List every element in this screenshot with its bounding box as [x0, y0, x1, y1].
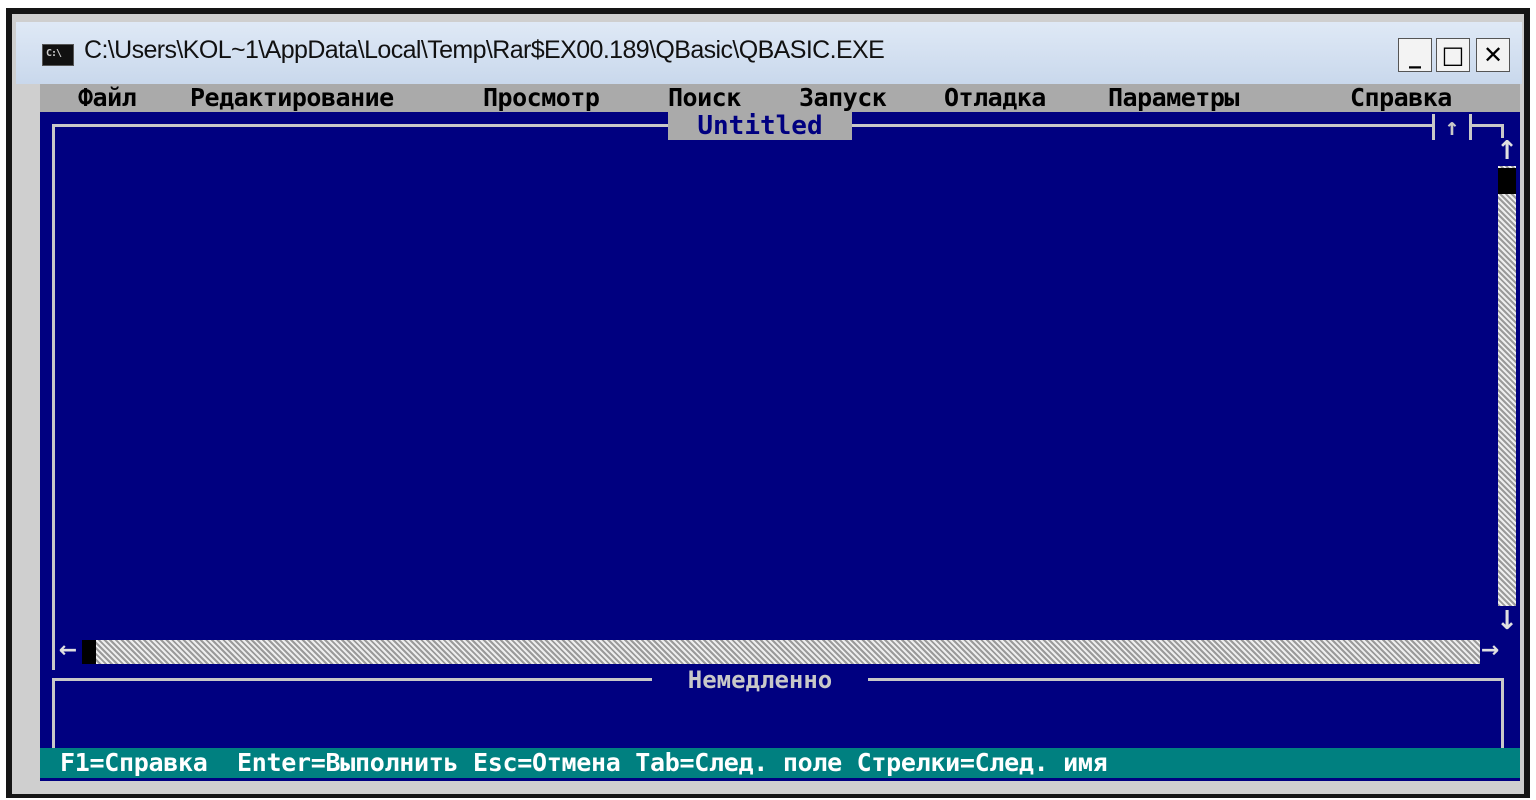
scroll-up-arrow-icon[interactable]: ↑ [1496, 138, 1518, 166]
menu-file[interactable]: Файл [78, 84, 137, 112]
immediate-right-border [1501, 678, 1504, 748]
horizontal-scrollbar[interactable] [82, 640, 1480, 664]
scroll-right-arrow-icon[interactable]: → [1478, 638, 1502, 666]
console-icon-label: C:\ [46, 48, 62, 59]
status-text: F1=Справка Enter=Выполнить Esc=Отмена Ta… [60, 748, 1108, 777]
immediate-left-border [52, 678, 55, 748]
minimize-button[interactable]: _ [1398, 38, 1432, 72]
editor-title: Untitled [668, 112, 852, 140]
maximize-button[interactable]: □ [1436, 38, 1470, 72]
scroll-left-arrow-icon[interactable]: ← [56, 638, 80, 666]
console-icon[interactable]: C:\ [42, 44, 74, 66]
vertical-scroll-thumb[interactable] [1498, 168, 1516, 194]
menu-options[interactable]: Параметры [1108, 84, 1239, 112]
window-title: C:\Users\KOL~1\AppData\Local\Temp\Rar$EX… [84, 36, 885, 64]
editor-left-border [52, 124, 55, 670]
menu-help[interactable]: Справка [1350, 84, 1452, 112]
horizontal-scroll-thumb[interactable] [82, 640, 96, 664]
scroll-down-arrow-icon[interactable]: ↓ [1496, 608, 1518, 636]
menu-view[interactable]: Просмотр [483, 84, 600, 112]
close-button[interactable]: ✕ [1476, 38, 1510, 72]
vertical-scrollbar[interactable] [1498, 166, 1516, 606]
editor-maximize-icon[interactable]: ↑ [1432, 114, 1472, 140]
menu-edit[interactable]: Редактирование [190, 84, 394, 112]
menu-search[interactable]: Поиск [668, 84, 741, 112]
menu-run[interactable]: Запуск [799, 84, 887, 112]
immediate-title: Немедленно [652, 667, 868, 693]
menu-debug[interactable]: Отладка [944, 84, 1046, 112]
